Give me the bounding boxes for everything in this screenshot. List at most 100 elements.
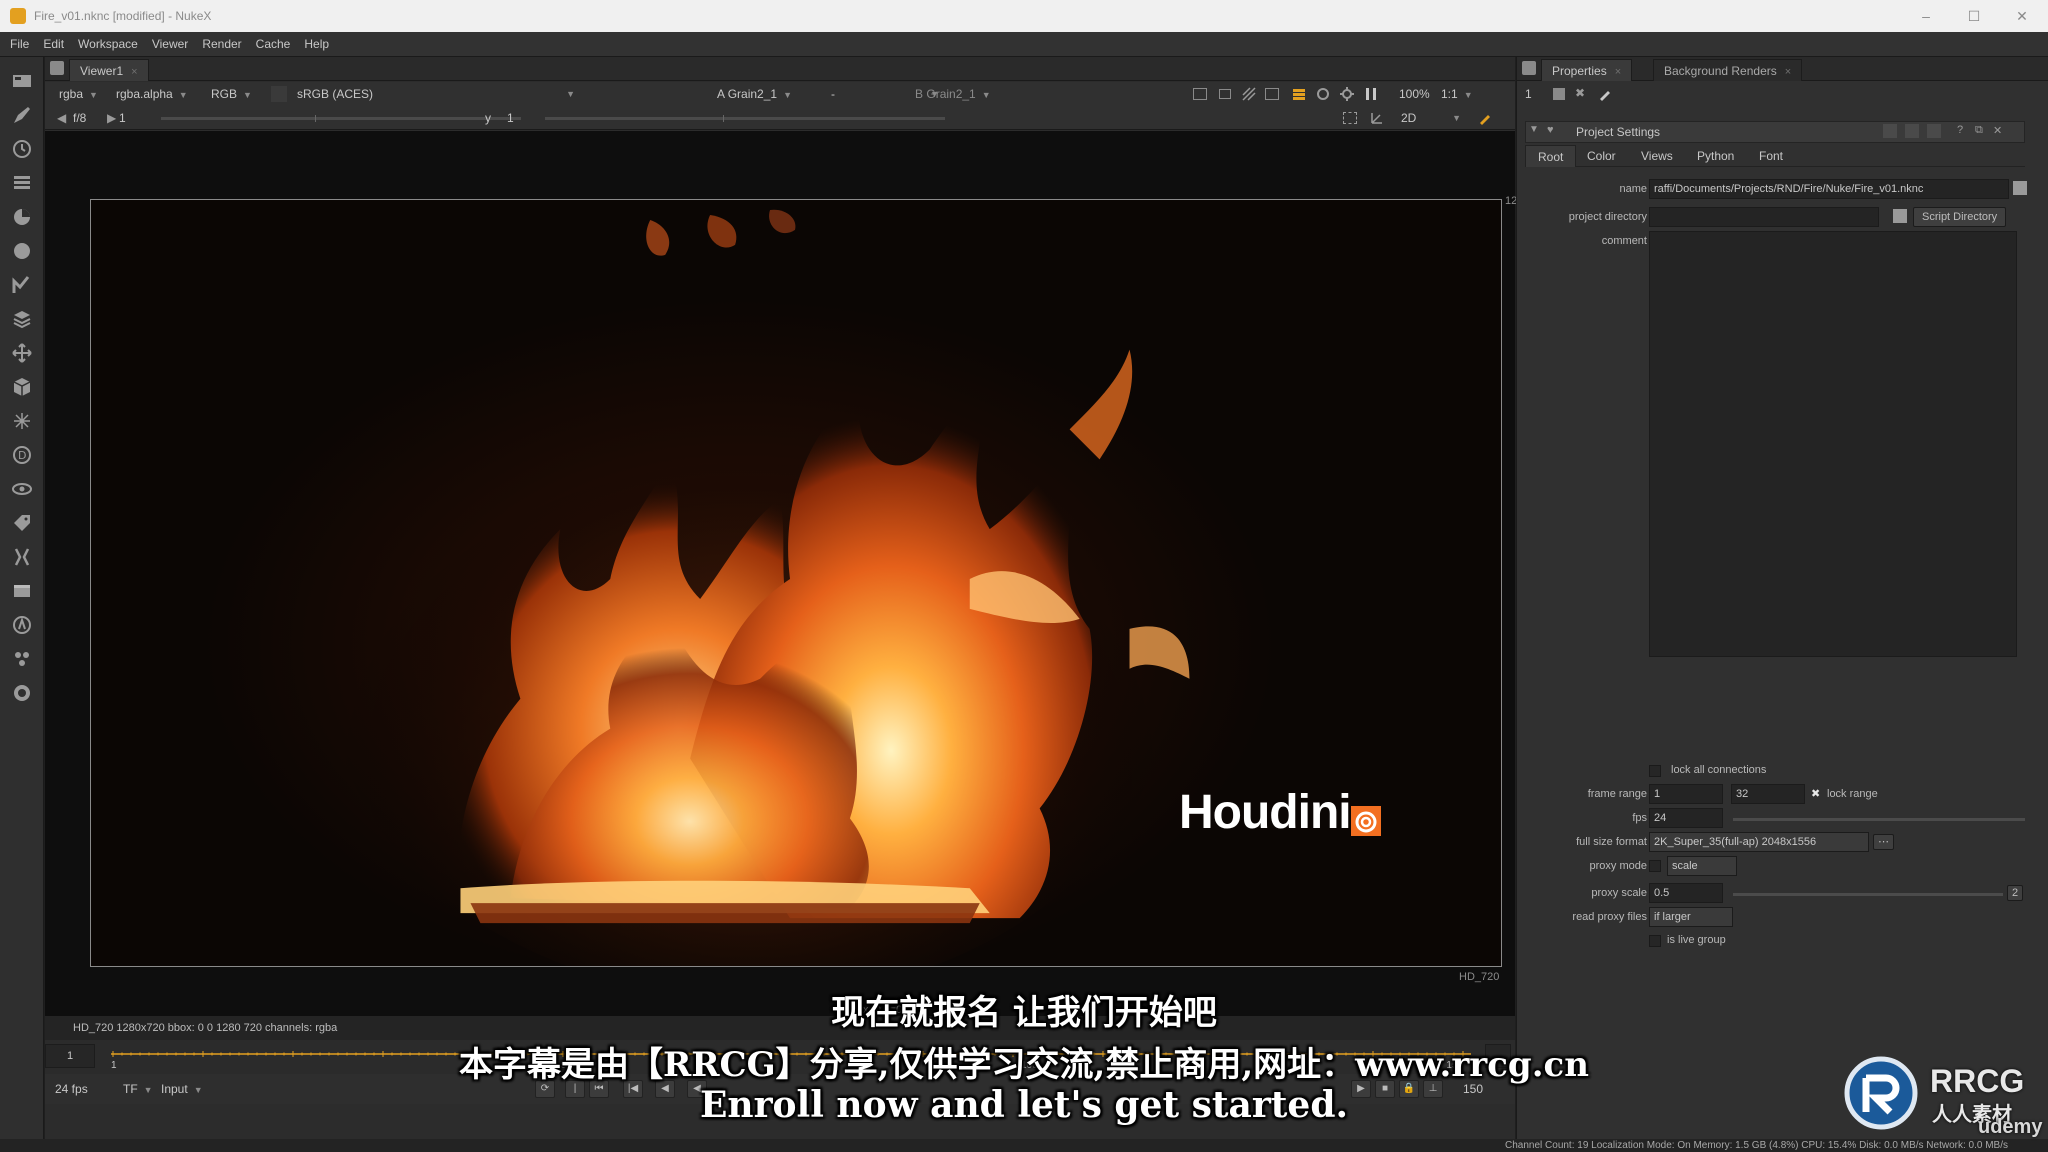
project-directory-field[interactable] <box>1649 207 1879 227</box>
ocula-tool-icon[interactable] <box>10 647 34 671</box>
display-dropdown[interactable]: RGB ▼ <box>205 85 258 103</box>
gain-slider-handle[interactable] <box>315 115 316 122</box>
wipe-icon[interactable] <box>1241 86 1257 102</box>
time-tool-icon[interactable] <box>10 137 34 161</box>
image-tool-icon[interactable] <box>10 69 34 93</box>
ratio-dropdown[interactable]: 1:1 ▼ <box>1435 85 1479 103</box>
redo-icon[interactable] <box>1905 124 1919 138</box>
particles-tool-icon[interactable] <box>10 409 34 433</box>
proxy-scale-slider[interactable] <box>1733 893 2003 896</box>
channel-tool-icon[interactable] <box>10 171 34 195</box>
tab-root[interactable]: Root <box>1525 145 1577 167</box>
props-panel-grip-icon[interactable] <box>1522 61 1536 75</box>
clear-panels-icon[interactable]: ✖ <box>1575 86 1591 102</box>
full-size-format-dropdown[interactable]: 2K_Super_35(full-ap) 2048x1556 <box>1649 832 1869 852</box>
menu-help[interactable]: Help <box>297 32 336 57</box>
lock-panel-icon[interactable] <box>1553 88 1565 100</box>
zoom-value[interactable]: 100% <box>1393 85 1436 103</box>
3d-tool-icon[interactable] <box>10 375 34 399</box>
lut-icon[interactable] <box>271 86 287 102</box>
color-tool-icon[interactable] <box>10 205 34 229</box>
close-tab-icon[interactable]: × <box>131 66 137 78</box>
merge-tool-icon[interactable] <box>10 307 34 331</box>
fps-slider[interactable] <box>1733 818 2025 821</box>
viewer-viewport[interactable]: 1280,720 HD_720 Houdini x=0 y=0 <box>45 131 1551 1016</box>
close-tab-icon[interactable]: × <box>1615 66 1621 78</box>
region-icon[interactable] <box>1219 89 1231 99</box>
script-directory-button[interactable]: Script Directory <box>1913 207 2007 227</box>
roi-select-icon[interactable] <box>1343 112 1357 124</box>
gain-value[interactable]: 1 <box>113 109 132 127</box>
tab-python[interactable]: Python <box>1685 145 1746 167</box>
menu-viewer[interactable]: Viewer <box>145 32 195 57</box>
tab-background-renders[interactable]: Background Renders × <box>1653 59 1803 81</box>
fps-field[interactable]: 24 <box>1649 808 1723 828</box>
gpu-icon[interactable] <box>1339 86 1355 102</box>
other-tool-icon[interactable] <box>10 579 34 603</box>
gamma-value[interactable]: 1 <box>501 109 520 127</box>
lock-all-connections-checkbox[interactable] <box>1649 765 1661 777</box>
pause-icon[interactable] <box>1363 86 1379 102</box>
cache-icon[interactable] <box>1291 86 1307 102</box>
undo-icon[interactable] <box>1883 124 1897 138</box>
proxy-mode-checkbox[interactable] <box>1649 860 1661 872</box>
close-tab-icon[interactable]: × <box>1785 66 1791 78</box>
proxy-mode-dropdown[interactable]: scale <box>1667 856 1737 876</box>
gain-slider[interactable] <box>161 117 521 120</box>
tab-font[interactable]: Font <box>1747 145 1795 167</box>
node-close-icon[interactable]: ✕ <box>1993 124 2009 140</box>
metadata-tool-icon[interactable] <box>10 511 34 535</box>
deep-tool-icon[interactable]: D <box>10 443 34 467</box>
node-header[interactable]: Project Settings <box>1525 121 2025 143</box>
menu-file[interactable]: File <box>0 32 36 57</box>
collapse-node-icon[interactable]: ▼ <box>1529 124 1545 140</box>
revert-icon[interactable] <box>1927 124 1941 138</box>
cara-tool-icon[interactable] <box>10 681 34 705</box>
tab-viewer1[interactable]: Viewer1 × <box>69 59 149 81</box>
directory-browse-icon[interactable] <box>1893 209 1907 223</box>
close-button[interactable]: ✕ <box>2012 6 2032 26</box>
gamma-slider[interactable] <box>545 117 945 120</box>
axis-icon[interactable] <box>1369 110 1385 126</box>
comment-field[interactable] <box>1649 231 2017 657</box>
tab-color[interactable]: Color <box>1575 145 1628 167</box>
maximize-button[interactable]: ☐ <box>1964 6 1984 26</box>
is-live-group-checkbox[interactable] <box>1649 935 1661 947</box>
frame-range-end-field[interactable]: 32 <box>1731 784 1805 804</box>
menu-render[interactable]: Render <box>195 32 248 57</box>
draw-tool-icon[interactable] <box>10 103 34 127</box>
alpha-dropdown[interactable]: rgba.alpha ▼ <box>110 85 194 103</box>
input-b-dropdown[interactable]: B Grain2_1 ▼ <box>909 85 1059 103</box>
file-browse-icon[interactable] <box>2013 181 2027 195</box>
view-mode-dropdown[interactable]: 2D ▼ <box>1395 109 1465 127</box>
node-settings-icon[interactable]: ♥ <box>1547 124 1563 140</box>
gamma-slider-handle[interactable] <box>723 115 724 122</box>
edit-icon[interactable] <box>1597 86 1613 102</box>
colorspace-dropdown[interactable]: sRGB (ACES) ▼ <box>291 85 581 103</box>
transform-tool-icon[interactable] <box>10 341 34 365</box>
float-icon[interactable]: ⧉ <box>1975 124 1991 140</box>
overlay-icon[interactable] <box>1265 88 1279 100</box>
keyer-tool-icon[interactable] <box>10 273 34 297</box>
panel-grip-icon[interactable] <box>50 61 64 75</box>
menu-cache[interactable]: Cache <box>249 32 298 57</box>
roi-icon[interactable] <box>1193 88 1207 100</box>
menu-workspace[interactable]: Workspace <box>71 32 145 57</box>
frame-range-start-field[interactable]: 1 <box>1649 784 1723 804</box>
paint-icon[interactable] <box>1477 110 1493 126</box>
max-panels-field[interactable]: 1 <box>1519 85 1538 103</box>
menu-edit[interactable]: Edit <box>36 32 71 57</box>
views-tool-icon[interactable] <box>10 477 34 501</box>
help-icon[interactable]: ? <box>1957 124 1973 140</box>
tab-properties[interactable]: Properties × <box>1541 59 1633 81</box>
channels-dropdown[interactable]: rgba ▼ <box>53 85 104 103</box>
read-proxy-files-dropdown[interactable]: if larger <box>1649 907 1733 927</box>
filter-tool-icon[interactable] <box>10 239 34 263</box>
toolsets-tool-icon[interactable] <box>10 545 34 569</box>
name-field[interactable]: raffi/Documents/Projects/RND/Fire/Nuke/F… <box>1649 179 2009 199</box>
tab-views[interactable]: Views <box>1629 145 1685 167</box>
refresh-icon[interactable] <box>1315 86 1331 102</box>
furnace-tool-icon[interactable] <box>10 613 34 637</box>
minimize-button[interactable]: – <box>1916 6 1936 26</box>
format-menu-button[interactable]: ⋯ <box>1873 834 1894 850</box>
